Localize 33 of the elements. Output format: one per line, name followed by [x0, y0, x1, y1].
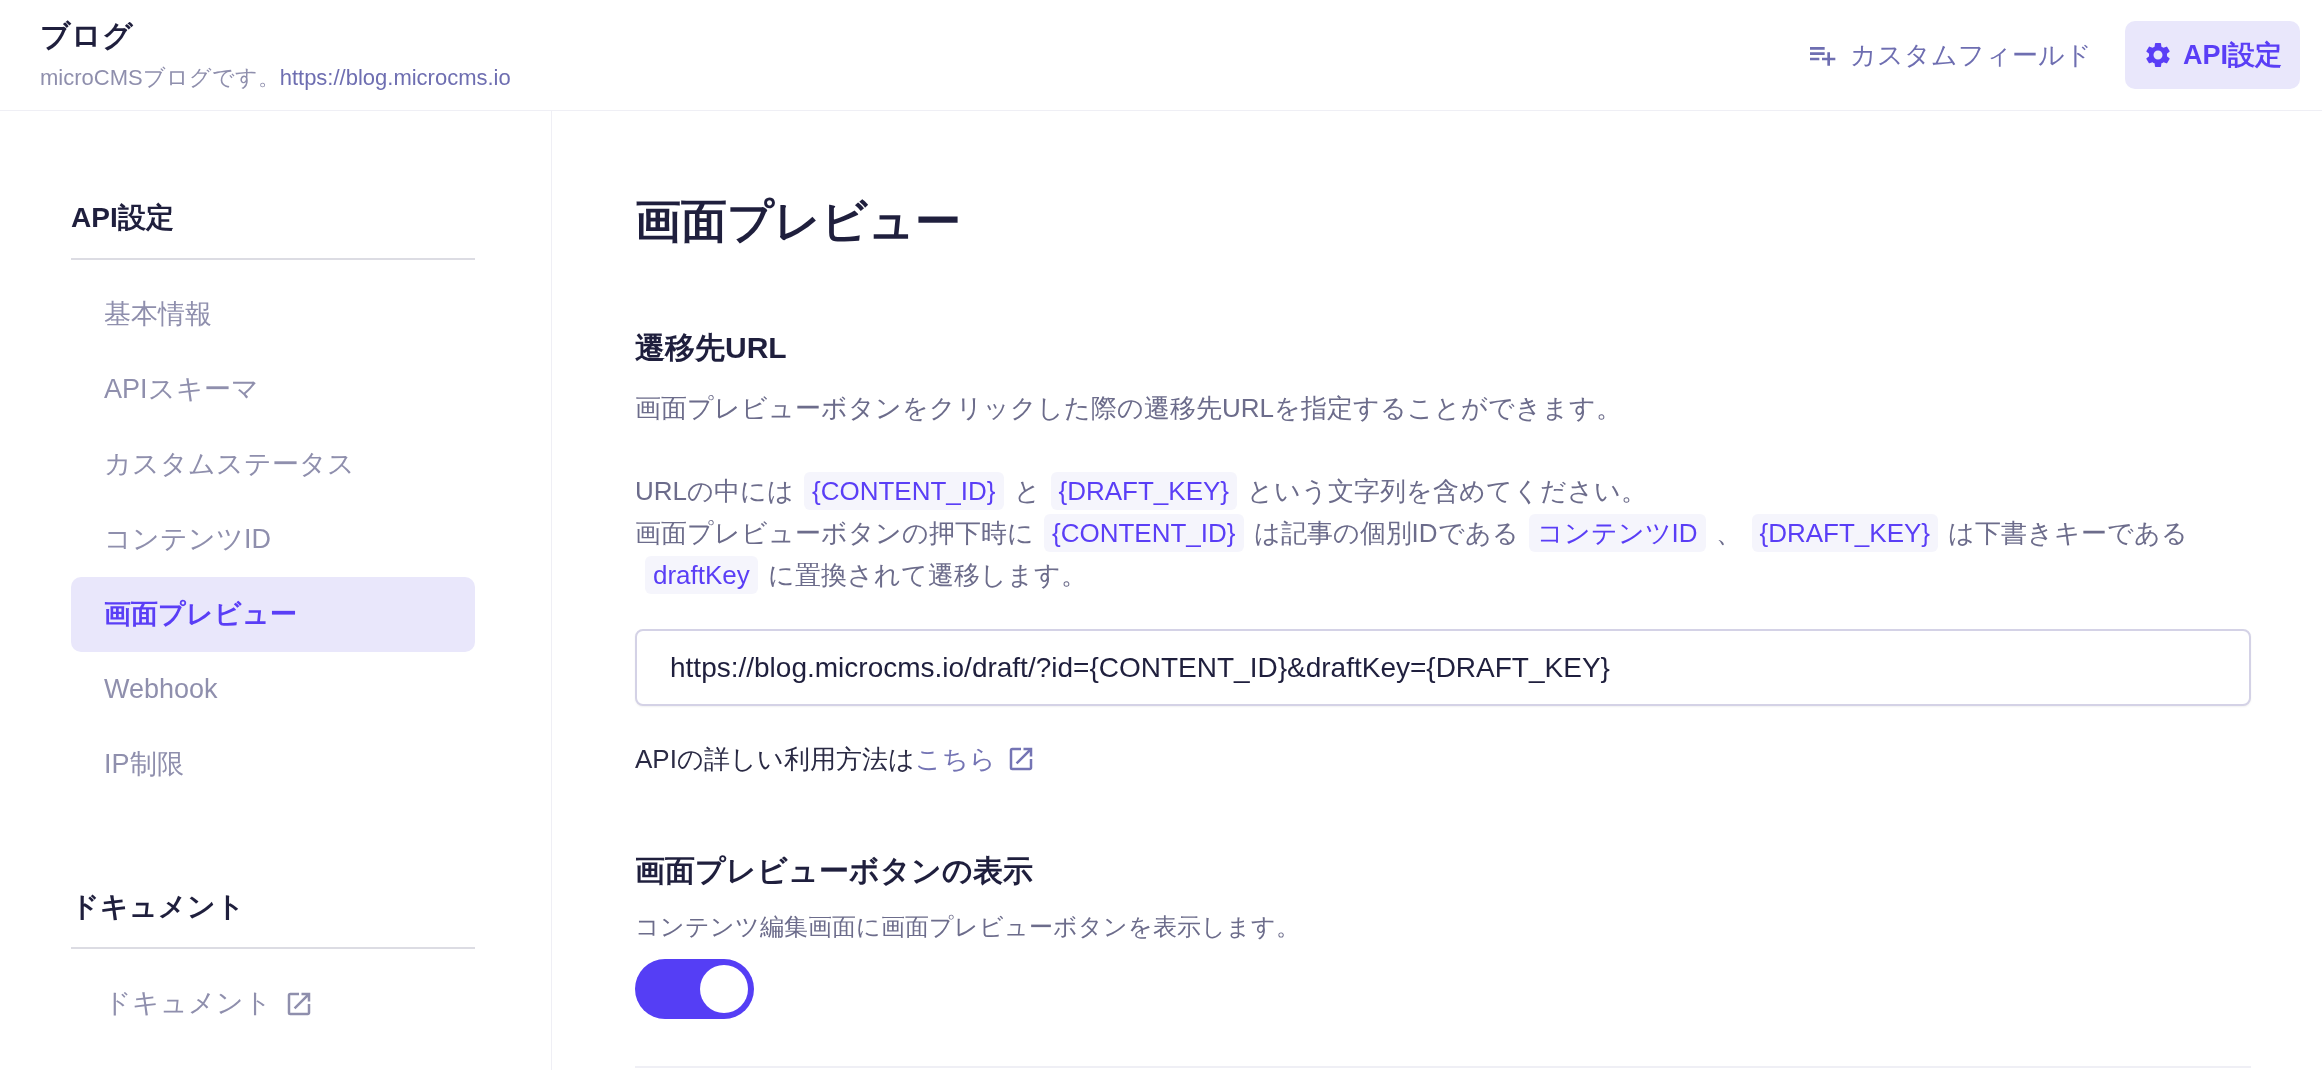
- custom-fields-button[interactable]: カスタムフィールド: [1806, 21, 2092, 89]
- setting-description: コンテンツ編集画面に画面プレビューボタンを表示します。: [635, 912, 1301, 942]
- inline-code: コンテンツID: [1528, 514, 1706, 552]
- sidebar-heading: API設定: [71, 201, 175, 235]
- sidebar-item[interactable]: APIスキーマ: [71, 352, 475, 427]
- page-description: microCMSブログです。https://blog.microcms.io: [40, 63, 511, 92]
- sidebar-item[interactable]: ドキュメント: [71, 966, 475, 1041]
- settings-icon: [2143, 40, 2173, 70]
- setting-heading: 遷移先URL: [635, 330, 788, 366]
- setting-description: 画面プレビューボタンをクリックした際の遷移先URLを指定することができます。: [635, 392, 1623, 425]
- api-usage-text: APIの詳しい利用方法は こちら: [635, 739, 2251, 779]
- sidebar-item[interactable]: コンテンツID: [71, 502, 475, 577]
- site-url-link[interactable]: https://blog.microcms.io: [279, 64, 511, 90]
- setting-heading: 画面プレビューボタンの表示: [635, 853, 1034, 889]
- instruction-text: 画面プレビューボタンの押下時に {CONTENT_ID} は記事の個別IDである コンテンツID 、 {DRAFT_KEY} は下書きキーである draftKey に置換されて遷移します。: [635, 512, 2251, 596]
- inline-code: {CONTENT_ID}: [804, 472, 1004, 510]
- page-title: ブログ: [40, 17, 134, 54]
- section-title: 画面プレビュー: [635, 194, 962, 249]
- preview-button-toggle[interactable]: [635, 959, 754, 1019]
- instruction-text: URLの中には {CONTENT_ID} と {DRAFT_KEY} という文字列を含めてください。: [635, 470, 2251, 512]
- sidebar-item[interactable]: Webhook: [71, 652, 475, 727]
- sidebar-heading: ドキュメント: [71, 890, 246, 924]
- sidebar-item[interactable]: 画面プレビュー: [71, 577, 475, 652]
- inline-code: {CONTENT_ID}: [1044, 514, 1244, 552]
- inline-code: draftKey: [645, 556, 758, 594]
- sidebar-item[interactable]: 基本情報: [71, 277, 475, 352]
- docs-link[interactable]: こちら: [914, 739, 1036, 779]
- inline-code: {DRAFT_KEY}: [1050, 472, 1238, 510]
- url-input[interactable]: https://blog.microcms.io/draft/?id={CONTENT_ID}&draftKey={DRAFT_KEY}: [635, 629, 2251, 706]
- api-settings-button[interactable]: API設定: [2125, 21, 2300, 89]
- sidebar-item[interactable]: カスタムステータス: [71, 427, 475, 502]
- inline-code: {DRAFT_KEY}: [1751, 514, 1938, 552]
- sidebar-item[interactable]: IP制限: [71, 727, 475, 802]
